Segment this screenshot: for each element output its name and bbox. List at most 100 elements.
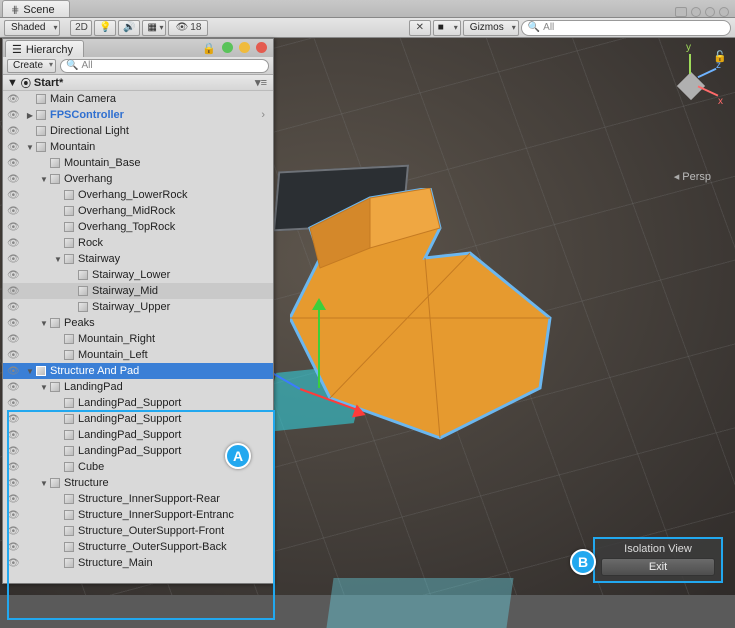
hierarchy-row[interactable]: 👁Overhang_LowerRock	[3, 187, 273, 203]
collapse-arrow-icon[interactable]: ▼	[25, 143, 35, 152]
visibility-toggle[interactable]: 👁	[7, 158, 21, 169]
window-minimize-button[interactable]	[691, 7, 701, 17]
gizmos-dropdown[interactable]: Gizmos	[463, 20, 519, 36]
collapse-arrow-icon[interactable]: ▼	[25, 367, 35, 376]
effects-dropdown[interactable]: ▦	[142, 20, 166, 36]
mode-2d-button[interactable]: 2D	[70, 20, 92, 36]
hierarchy-row[interactable]: 👁Mountain_Right	[3, 331, 273, 347]
visibility-toggle[interactable]: 👁	[7, 238, 21, 249]
visibility-toggle[interactable]: 👁	[7, 174, 21, 185]
scene-menu-icon[interactable]: ▾≡	[255, 76, 267, 89]
hierarchy-row[interactable]: 👁▼Peaks	[3, 315, 273, 331]
hierarchy-row[interactable]: 👁 Structurre_OuterSupport-Back	[3, 539, 273, 555]
visibility-toggle[interactable]: 👁	[7, 478, 21, 489]
hierarchy-row[interactable]: 👁Overhang_MidRock	[3, 203, 273, 219]
visibility-toggle[interactable]: 👁	[7, 302, 21, 313]
lighting-toggle[interactable]: 💡	[94, 20, 116, 36]
shading-dropdown[interactable]: Shaded	[4, 20, 60, 36]
hierarchy-item-label: Structurre_OuterSupport-Back	[78, 541, 227, 553]
collapse-arrow-icon[interactable]: ▼	[39, 175, 49, 184]
hierarchy-row[interactable]: 👁Structure_Main	[3, 555, 273, 571]
hierarchy-row[interactable]: 👁Structure_InnerSupport-Entranc	[3, 507, 273, 523]
expand-arrow-icon[interactable]: ▼	[7, 77, 18, 89]
hierarchy-row[interactable]: 👁Directional Light	[3, 123, 273, 139]
hierarchy-row[interactable]: 👁Mountain_Left	[3, 347, 273, 363]
visibility-toggle[interactable]: 👁	[7, 494, 21, 505]
traffic-red[interactable]	[256, 42, 267, 53]
collapse-arrow-icon[interactable]: ▼	[39, 383, 49, 392]
hierarchy-create-dropdown[interactable]: Create	[7, 59, 56, 73]
visibility-toggle[interactable]: 👁	[7, 270, 21, 281]
gameobject-icon	[35, 109, 47, 121]
visibility-toggle[interactable]: 👁	[7, 510, 21, 521]
hierarchy-row[interactable]: 👁▼Structure And Pad	[3, 363, 273, 379]
hierarchy-row[interactable]: 👁▼Structure	[3, 475, 273, 491]
traffic-green[interactable]	[222, 42, 233, 53]
hierarchy-row[interactable]: 👁Stairway_Lower	[3, 267, 273, 283]
hierarchy-row[interactable]: 👁Overhang_TopRock	[3, 219, 273, 235]
tools-button[interactable]: ✕	[409, 20, 431, 36]
gameobject-icon	[63, 333, 75, 345]
visibility-toggle[interactable]: 👁	[7, 526, 21, 537]
hierarchy-row[interactable]: 👁▼Stairway	[3, 251, 273, 267]
hierarchy-row[interactable]: 👁▼LandingPad	[3, 379, 273, 395]
hierarchy-row[interactable]: 👁Stairway_Upper	[3, 299, 273, 315]
hierarchy-row[interactable]: 👁LandingPad_Support	[3, 411, 273, 427]
visibility-toggle[interactable]: 👁	[7, 542, 21, 553]
hierarchy-search-input[interactable]: 🔍 All	[60, 59, 269, 73]
hierarchy-row[interactable]: 👁Stairway_Mid	[3, 283, 273, 299]
collapse-arrow-icon[interactable]: ▼	[39, 319, 49, 328]
visibility-toggle[interactable]: 👁	[7, 414, 21, 425]
lock-icon[interactable]: 🔒	[202, 42, 216, 55]
hierarchy-row[interactable]: 👁Mountain_Base	[3, 155, 273, 171]
hierarchy-row[interactable]: 👁Rock	[3, 235, 273, 251]
orientation-gizmo[interactable]: y x z	[661, 56, 717, 112]
visibility-toggle[interactable]: 👁	[7, 382, 21, 393]
hierarchy-row[interactable]: 👁Main Camera	[3, 91, 273, 107]
audio-toggle[interactable]: 🔊	[118, 20, 140, 36]
window-close-button[interactable]	[719, 7, 729, 17]
camera-dropdown[interactable]: ■	[433, 20, 461, 36]
visibility-toggle[interactable]: 👁	[7, 206, 21, 217]
hierarchy-row[interactable]: 👁▶FPSController›	[3, 107, 273, 123]
visibility-toggle[interactable]: 👁	[7, 462, 21, 473]
projection-label[interactable]: Persp	[674, 170, 711, 183]
hierarchy-row[interactable]: 👁▼Mountain	[3, 139, 273, 155]
expand-arrow-icon[interactable]: ▶	[25, 111, 35, 120]
hierarchy-tab[interactable]: ☰ Hierarchy	[5, 40, 84, 57]
visibility-toggle[interactable]: 👁	[7, 350, 21, 361]
collapse-arrow-icon[interactable]: ▼	[53, 255, 63, 264]
hidden-objects-toggle[interactable]: 👁18	[168, 20, 208, 36]
visibility-toggle[interactable]: 👁	[7, 286, 21, 297]
isolation-exit-button[interactable]: Exit	[601, 558, 715, 576]
visibility-toggle[interactable]: 👁	[7, 126, 21, 137]
visibility-toggle[interactable]: 👁	[7, 318, 21, 329]
scene-search-input[interactable]: 🔍 All	[521, 20, 731, 36]
collapse-arrow-icon[interactable]: ▼	[39, 479, 49, 488]
scene-tab-icon: ⋕	[11, 5, 19, 16]
visibility-toggle[interactable]: 👁	[7, 110, 21, 121]
scene-tab[interactable]: ⋕ Scene	[2, 0, 70, 17]
visibility-toggle[interactable]: 👁	[7, 190, 21, 201]
hierarchy-row[interactable]: 👁▼Overhang	[3, 171, 273, 187]
visibility-toggle[interactable]: 👁	[7, 94, 21, 105]
visibility-toggle[interactable]: 👁	[7, 366, 21, 377]
visibility-toggle[interactable]: 👁	[7, 142, 21, 153]
visibility-toggle[interactable]: 👁	[7, 222, 21, 233]
hierarchy-row[interactable]: 👁Structure_InnerSupport-Rear	[3, 491, 273, 507]
hierarchy-row[interactable]: 👁LandingPad_Support	[3, 395, 273, 411]
gizmo-y-axis[interactable]	[318, 308, 320, 388]
hierarchy-row[interactable]: 👁Structure_OuterSupport-Front	[3, 523, 273, 539]
visibility-toggle[interactable]: 👁	[7, 430, 21, 441]
visibility-toggle[interactable]: 👁	[7, 446, 21, 457]
visibility-toggle[interactable]: 👁	[7, 334, 21, 345]
window-maximize-button[interactable]	[705, 7, 715, 17]
visibility-toggle[interactable]: 👁	[7, 254, 21, 265]
hierarchy-row[interactable]: 👁LandingPad_Support	[3, 427, 273, 443]
scene-root-row[interactable]: ▼ ⦿ Start* ▾≡	[3, 75, 273, 91]
traffic-yellow[interactable]	[239, 42, 250, 53]
gameobject-icon	[63, 253, 75, 265]
visibility-toggle[interactable]: 👁	[7, 558, 21, 569]
visibility-toggle[interactable]: 👁	[7, 398, 21, 409]
panel-menu-icon[interactable]	[675, 7, 687, 17]
